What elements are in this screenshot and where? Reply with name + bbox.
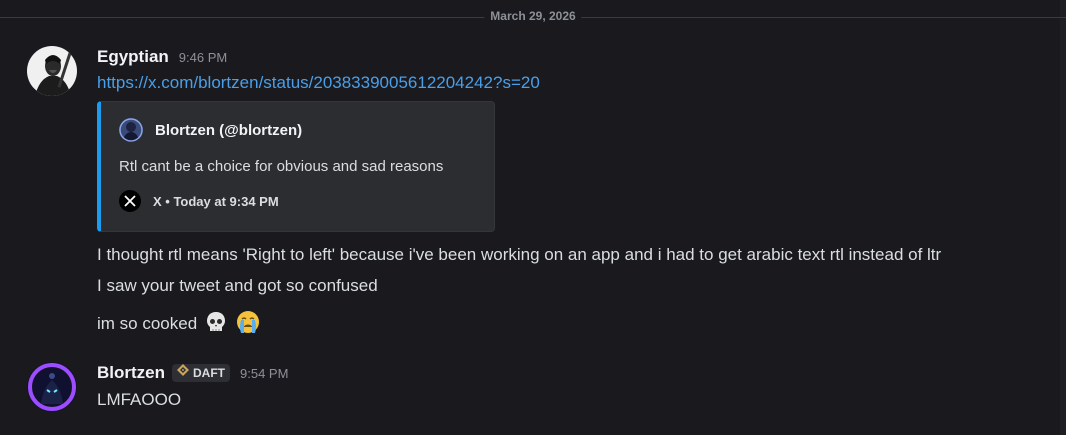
- message-line: I saw your tweet and got so confused: [97, 276, 378, 295]
- username[interactable]: Blortzen: [97, 363, 165, 383]
- timestamp[interactable]: 9:46 PM: [179, 50, 227, 65]
- message-header: Egyptian 9:46 PM: [97, 47, 227, 67]
- avatar-egyptian[interactable]: [27, 46, 77, 96]
- badge-label: DAFT: [193, 365, 225, 380]
- avatar-blortzen[interactable]: [27, 362, 77, 412]
- message-line: I thought rtl means 'Right to left' beca…: [97, 245, 942, 264]
- message-line-with-emoji: im so cooked: [97, 309, 261, 340]
- divider-date: March 29, 2026: [484, 9, 582, 23]
- tweet-link[interactable]: https://x.com/blortzen/status/2038339005…: [97, 73, 540, 93]
- diamond-icon: [176, 363, 190, 382]
- embed-footer: X • Today at 9:34 PM: [119, 190, 279, 212]
- embed-footer-text: X • Today at 9:34 PM: [153, 193, 279, 209]
- clan-badge[interactable]: DAFT: [172, 363, 230, 382]
- loudly-crying-face-emoji[interactable]: [235, 309, 261, 340]
- link-embed: Blortzen (@blortzen) Rtl cant be a choic…: [97, 101, 495, 232]
- message-line: LMFAOOO: [97, 390, 182, 409]
- skull-emoji[interactable]: [204, 310, 228, 339]
- embed-author-avatar: [119, 118, 143, 142]
- timestamp[interactable]: 9:54 PM: [240, 366, 288, 381]
- embed-author-name[interactable]: Blortzen (@blortzen): [155, 122, 302, 139]
- scrollbar-track[interactable]: [1060, 0, 1066, 435]
- message-header: Blortzen DAFT 9:54 PM: [97, 363, 288, 383]
- x-logo-icon: [119, 190, 141, 212]
- embed-description: Rtl cant be a choice for obvious and sad…: [119, 158, 444, 175]
- embed-author: Blortzen (@blortzen): [119, 118, 302, 142]
- username[interactable]: Egyptian: [97, 47, 169, 67]
- message-text: im so cooked: [97, 313, 198, 333]
